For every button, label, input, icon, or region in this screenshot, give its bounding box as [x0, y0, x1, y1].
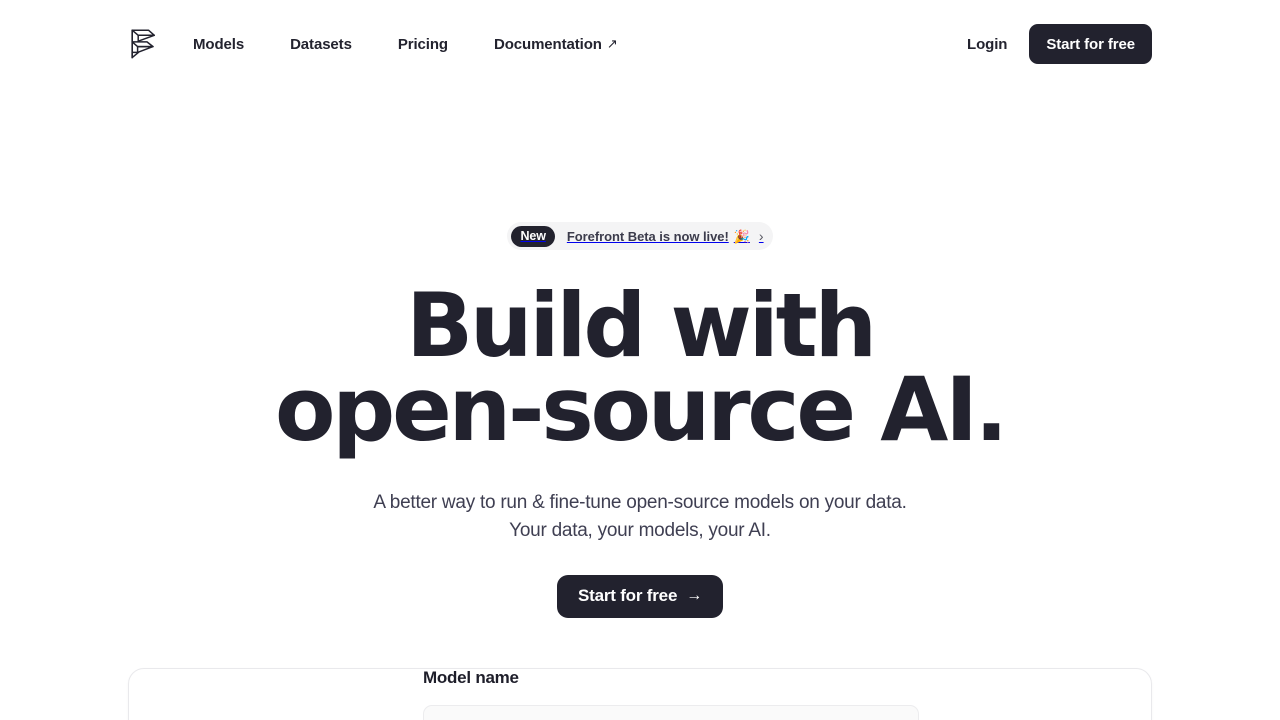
nav-item-pricing[interactable]: Pricing	[398, 28, 448, 61]
nav-item-pricing-label: Pricing	[397, 35, 448, 53]
forefront-logo-icon	[131, 29, 156, 59]
arrow-right-icon: →	[686, 587, 703, 605]
hero-start-for-free-button[interactable]: Start for free →	[556, 574, 724, 618]
hero-subtitle: A better way to run & fine-tune open-sou…	[0, 489, 1280, 545]
announcement-text-wrap: Forefront Beta is now live! 🎉	[567, 229, 750, 244]
party-popper-icon: 🎉	[733, 228, 750, 244]
announcement-new-badge: New	[511, 225, 555, 247]
chevron-right-icon: ›	[758, 228, 764, 244]
hero-subtitle-line-2: Your data, your models, your AI.	[509, 519, 771, 541]
hero-cta-wrap: Start for free →	[0, 574, 1280, 618]
announcement-banner[interactable]: New Forefront Beta is now live! 🎉 ›	[507, 222, 773, 250]
nav-item-datasets[interactable]: Datasets	[290, 28, 352, 61]
hero-title: Build with open-source AI.	[0, 274, 1280, 462]
model-config-panel: Model name	[128, 668, 1152, 720]
hero-title-line-1: Build with	[406, 274, 877, 377]
external-link-icon: ↗	[606, 35, 618, 51]
nav-item-documentation[interactable]: Documentation ↗	[494, 28, 618, 61]
model-name-input[interactable]	[423, 705, 919, 720]
forefront-logo[interactable]	[128, 27, 158, 61]
nav-item-models[interactable]: Models	[193, 28, 244, 61]
nav-item-datasets-label: Datasets	[290, 35, 352, 53]
login-link[interactable]: Login	[963, 28, 1011, 61]
announcement-wrap: New Forefront Beta is now live! 🎉 ›	[0, 222, 1280, 250]
hero-subtitle-line-1: A better way to run & fine-tune open-sou…	[373, 491, 907, 513]
hero-cta-label: Start for free	[577, 586, 678, 606]
header-actions: Login Start for free	[963, 24, 1152, 64]
header-inner: Models Datasets Pricing Documentation ↗ …	[128, 0, 1152, 88]
announcement-text: Forefront Beta is now live!	[566, 228, 729, 244]
hero-section: New Forefront Beta is now live! 🎉 › Buil…	[0, 88, 1280, 618]
site-header: Models Datasets Pricing Documentation ↗ …	[0, 0, 1280, 88]
nav-item-documentation-label: Documentation	[493, 35, 602, 53]
hero-title-line-2: open-source AI.	[275, 358, 1008, 462]
header-start-for-free-button[interactable]: Start for free	[1029, 24, 1152, 64]
main-nav: Models Datasets Pricing Documentation ↗	[193, 28, 618, 61]
model-name-label: Model name	[423, 668, 519, 687]
model-name-field-group: Model name	[423, 668, 919, 720]
nav-item-models-label: Models	[193, 35, 245, 53]
